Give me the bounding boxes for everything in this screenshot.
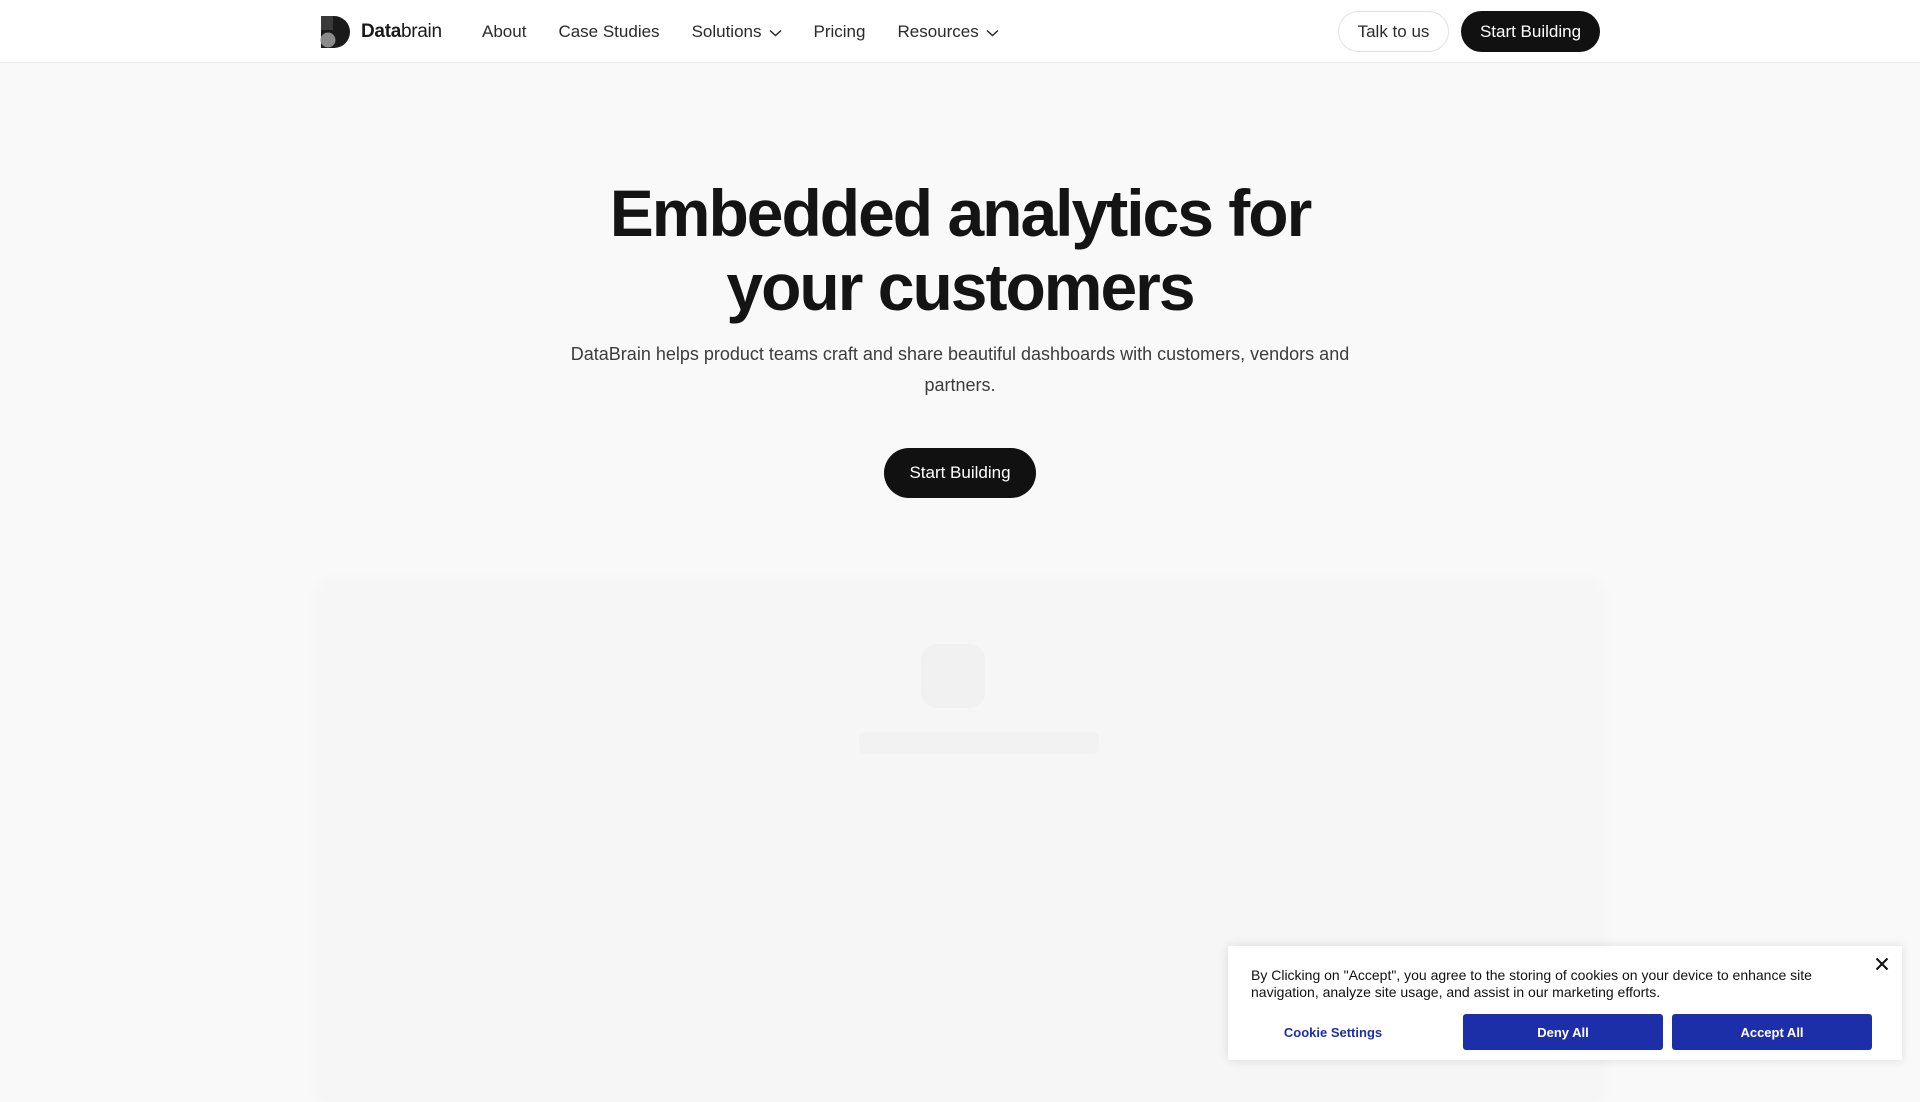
accept-all-button[interactable]: Accept All	[1672, 1014, 1872, 1050]
nav-item-label: Case Studies	[558, 21, 660, 41]
cookie-consent-text: By Clicking on "Accept", you agree to th…	[1251, 967, 1812, 1000]
nav-item-label: Pricing	[813, 21, 866, 41]
nav-item-case-studies[interactable]: Case Studies	[558, 22, 659, 42]
nav-item-pricing[interactable]: Pricing	[814, 22, 866, 42]
logo-wordmark-bold: Data	[361, 21, 401, 42]
nav-item-label: Resources	[897, 21, 979, 41]
nav-item-about[interactable]: About	[482, 22, 526, 42]
nav-item-label: Solutions	[691, 21, 762, 41]
close-icon[interactable]	[1872, 954, 1892, 974]
hero-title: Embedded analytics for your customers	[609, 176, 1313, 324]
logo-wordmark-light: brain	[400, 21, 442, 42]
hero-subtitle: DataBrain helps product teams craft and …	[570, 344, 1350, 395]
start-building-hero-button[interactable]: Start Building	[884, 448, 1036, 498]
chevron-down-icon	[986, 22, 999, 42]
nav-item-label: About	[482, 21, 527, 41]
databrain-logo[interactable]: Databrain	[319, 15, 442, 49]
cookie-settings-button[interactable]: Cookie Settings	[1236, 1014, 1430, 1050]
preview-placeholder-text	[859, 732, 1099, 754]
nav-item-solutions[interactable]: Solutions	[692, 22, 782, 42]
chevron-down-icon	[768, 22, 782, 42]
nav-item-resources[interactable]: Resources	[897, 21, 999, 42]
logo-wordmark: Databrain	[361, 21, 442, 43]
main-nav: About Case Studies Solutions Pricing Res…	[482, 0, 1031, 63]
databrain-logo-icon	[320, 16, 350, 48]
start-building-header-button[interactable]: Start Building	[1461, 11, 1600, 52]
cookie-consent-banner: By Clicking on "Accept", you agree to th…	[1228, 946, 1902, 1060]
preview-placeholder-icon	[921, 644, 985, 708]
talk-to-us-button[interactable]: Talk to us	[1338, 11, 1449, 52]
deny-all-button[interactable]: Deny All	[1463, 1014, 1663, 1050]
top-navigation-bar: Databrain About Case Studies Solutions P…	[0, 0, 1920, 63]
